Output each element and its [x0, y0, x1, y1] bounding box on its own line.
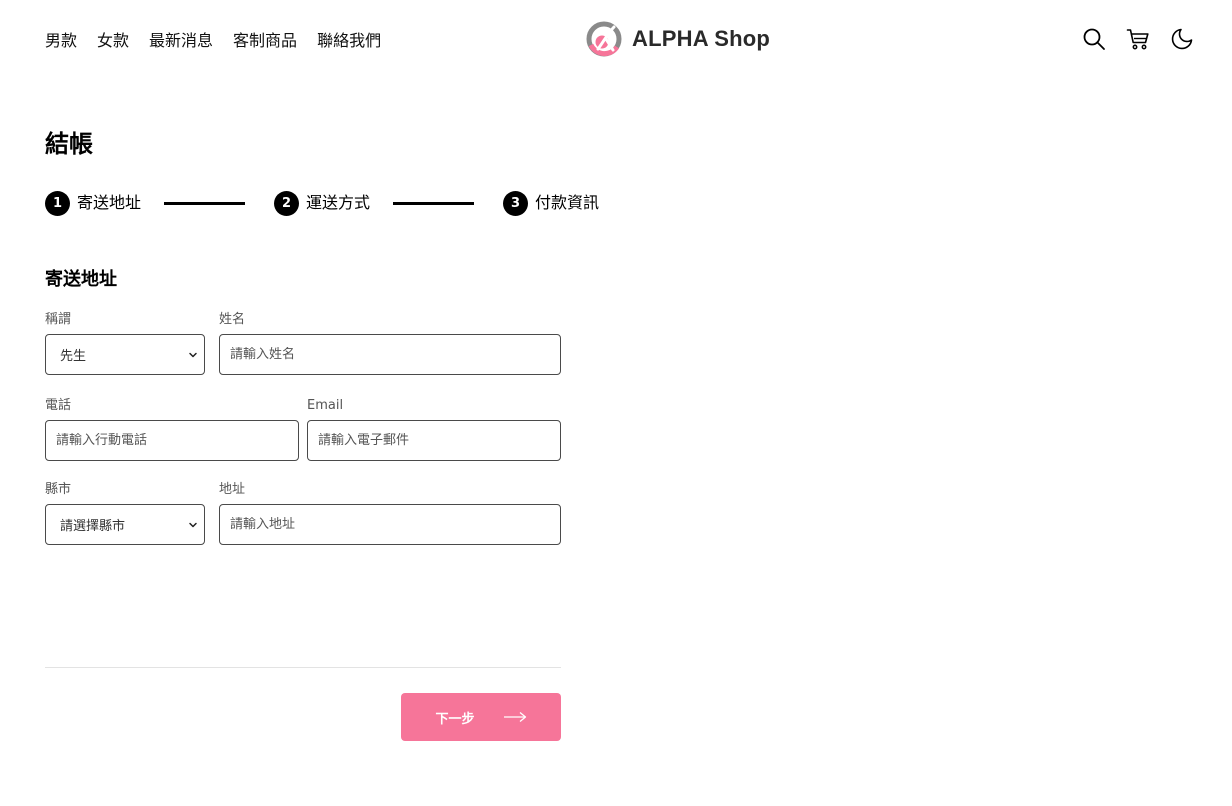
salutation-value: 先生 [60, 349, 87, 364]
nav-item-news[interactable]: 最新消息 [149, 30, 213, 52]
address-field: 地址 [219, 482, 561, 545]
logo[interactable]: ALPHA Shop [586, 21, 770, 57]
phone-label: 電話 [45, 398, 72, 413]
main-nav: 男款 女款 最新消息 客制商品 聯絡我們 [45, 30, 381, 52]
phone-field: 電話 [45, 398, 299, 461]
name-input-box [219, 334, 561, 375]
search-icon[interactable] [1082, 27, 1106, 51]
step-number: 1 [45, 190, 70, 216]
next-step-button[interactable]: 下一步 [401, 693, 561, 741]
step-label: 運送方式 [306, 193, 371, 212]
cart-icon[interactable] [1126, 27, 1150, 51]
email-input[interactable] [318, 433, 550, 448]
moon-icon[interactable] [1170, 27, 1194, 51]
checkout-stepper: 1 寄送地址 2 運送方式 3 付款資訊 [45, 190, 645, 216]
email-input-box [307, 420, 561, 461]
phone-input[interactable] [56, 433, 288, 448]
phone-input-box [45, 420, 299, 461]
name-input[interactable] [230, 347, 550, 362]
step-label: 寄送地址 [77, 193, 142, 212]
salutation-label: 稱謂 [45, 312, 72, 327]
header: 男款 女款 最新消息 客制商品 聯絡我們 ALPHA Shop [0, 0, 1232, 80]
address-input[interactable] [230, 517, 550, 532]
logo-text: ALPHA Shop [632, 26, 771, 51]
next-step-label: 下一步 [435, 710, 475, 726]
city-select[interactable]: 請選擇縣市 [45, 504, 205, 545]
step-address: 1 寄送地址 [45, 190, 141, 216]
salutation-select[interactable]: 先生 [45, 334, 205, 375]
arrow-right-icon [503, 711, 526, 723]
salutation-field: 稱謂 先生 [45, 312, 205, 375]
city-field: 縣市 請選擇縣市 [45, 482, 205, 545]
page-title: 結帳 [45, 130, 93, 158]
email-label: Email [307, 398, 344, 413]
nav-item-men[interactable]: 男款 [45, 30, 77, 52]
nav-item-contact[interactable]: 聯絡我們 [317, 30, 381, 52]
address-input-box [219, 504, 561, 545]
step-number: 2 [274, 190, 299, 216]
chevron-down-icon [189, 352, 197, 357]
step-connector [393, 202, 474, 205]
header-actions [1082, 27, 1194, 51]
address-label: 地址 [219, 482, 246, 497]
email-field: Email [307, 398, 561, 461]
city-value: 請選擇縣市 [60, 519, 126, 534]
step-number: 3 [503, 190, 528, 216]
logo-mark-icon [586, 21, 622, 57]
name-label: 姓名 [219, 312, 246, 327]
divider [45, 667, 561, 668]
name-field: 姓名 [219, 312, 561, 375]
city-label: 縣市 [45, 482, 72, 497]
chevron-down-icon [189, 522, 197, 527]
nav-item-custom[interactable]: 客制商品 [233, 30, 297, 52]
section-title: 寄送地址 [45, 269, 117, 290]
step-connector [164, 202, 245, 205]
step-label: 付款資訊 [535, 193, 600, 212]
step-shipping: 2 運送方式 [274, 190, 370, 216]
nav-item-women[interactable]: 女款 [97, 30, 129, 52]
step-payment: 3 付款資訊 [503, 190, 599, 216]
